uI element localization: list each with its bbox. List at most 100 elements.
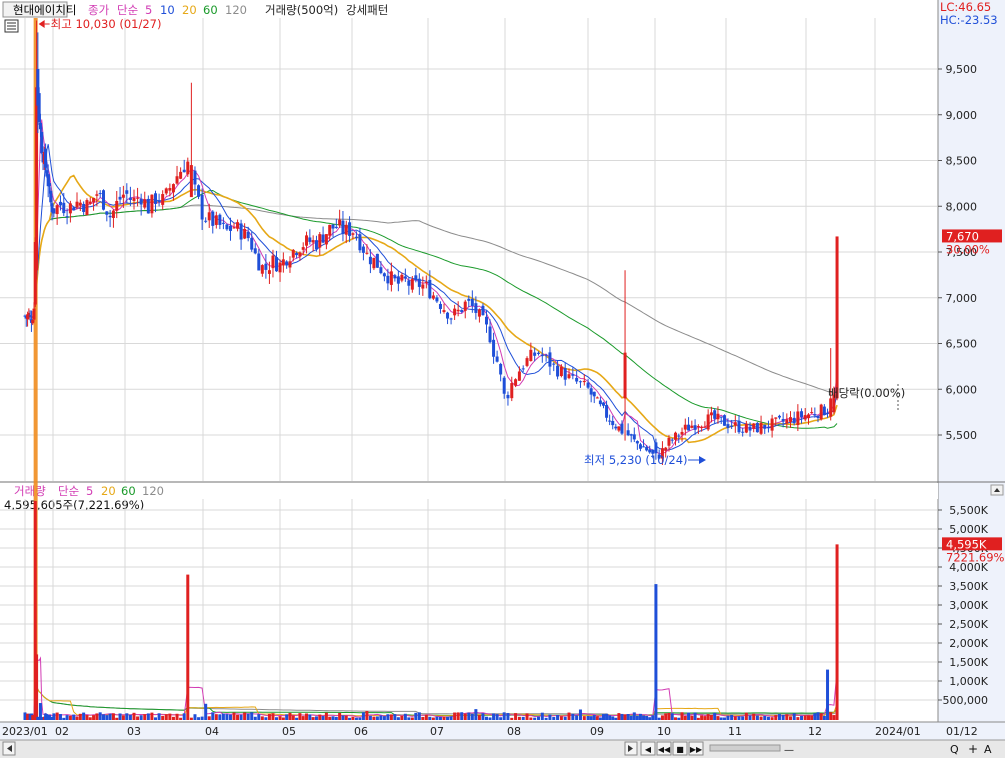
candle-body bbox=[540, 354, 544, 357]
volume-bar bbox=[105, 715, 109, 720]
volume-bar bbox=[288, 712, 292, 720]
candle-body bbox=[589, 388, 593, 395]
hc-value: HC:-23.53 bbox=[940, 13, 998, 27]
volume-ma-type: 단순 bbox=[58, 484, 79, 498]
volume-bar bbox=[393, 714, 397, 720]
candle-body bbox=[189, 165, 193, 198]
volume-bar bbox=[690, 715, 694, 720]
volume-bar bbox=[449, 716, 453, 720]
candle-body bbox=[365, 252, 369, 254]
volume-bar bbox=[700, 715, 704, 720]
volume-tick-label: 3,500K bbox=[949, 580, 988, 593]
volume-bar bbox=[595, 716, 599, 720]
candle-body bbox=[696, 426, 700, 428]
volume-bar bbox=[713, 712, 717, 720]
volume-bar bbox=[143, 714, 147, 720]
volume-bar bbox=[803, 715, 807, 720]
scrollbar-track[interactable] bbox=[0, 740, 1005, 758]
volume-bar bbox=[78, 713, 82, 720]
volume-bar bbox=[556, 715, 560, 720]
volume-bar bbox=[774, 715, 778, 720]
volume-bar bbox=[635, 715, 639, 720]
candle-body bbox=[690, 425, 694, 428]
candle-body bbox=[164, 188, 168, 194]
candle-body bbox=[442, 310, 446, 312]
volume-tag-pct: 7221.69% bbox=[946, 550, 1005, 564]
ma20-line bbox=[24, 174, 838, 444]
volume-bar bbox=[118, 713, 122, 720]
volume-bar bbox=[470, 713, 474, 720]
candle-body bbox=[186, 161, 190, 175]
volume-bar bbox=[752, 713, 756, 720]
candle-body bbox=[260, 265, 264, 274]
candle-body bbox=[295, 252, 299, 256]
volume-bar bbox=[424, 714, 428, 720]
volume-bar bbox=[829, 712, 833, 720]
candle-body bbox=[766, 426, 770, 429]
ma10-label: 10 bbox=[160, 3, 175, 17]
volume-bar bbox=[832, 715, 836, 720]
volume-bar bbox=[305, 713, 309, 720]
volume-bar bbox=[716, 716, 720, 720]
candle-body bbox=[484, 316, 488, 325]
candle-body bbox=[709, 412, 713, 416]
candle-body bbox=[617, 426, 621, 431]
candle-body bbox=[623, 352, 627, 399]
volume-bar bbox=[488, 717, 492, 720]
ma20-label: 20 bbox=[182, 3, 197, 17]
volume-bar bbox=[785, 714, 789, 720]
candle-body bbox=[559, 366, 563, 377]
candle-body bbox=[400, 274, 404, 281]
price-tag-pct: 30.00% bbox=[946, 242, 990, 256]
candle-body bbox=[314, 240, 318, 250]
vma5-label: 5 bbox=[86, 484, 93, 498]
volume-bar bbox=[136, 716, 140, 720]
vma20-line bbox=[24, 685, 838, 717]
candle-body bbox=[770, 418, 774, 431]
volume-bar bbox=[257, 714, 261, 720]
candle-body bbox=[55, 205, 59, 215]
volume-bar bbox=[460, 712, 464, 720]
volume-bar bbox=[722, 717, 726, 720]
candle-body bbox=[372, 257, 376, 269]
volume-bar bbox=[331, 716, 335, 720]
x-tick-label: 09 bbox=[590, 725, 604, 738]
volume-bar bbox=[396, 717, 400, 720]
candle-body bbox=[150, 194, 154, 214]
volume-bar bbox=[243, 712, 247, 720]
volume-bar bbox=[161, 715, 165, 720]
x-tick-label: 10 bbox=[657, 725, 671, 738]
candle-body bbox=[128, 197, 132, 200]
volume-bar bbox=[164, 714, 168, 720]
volume-bar bbox=[463, 713, 467, 720]
candle-body bbox=[755, 422, 759, 433]
volume-bar bbox=[68, 715, 72, 720]
volume-bar bbox=[344, 715, 348, 720]
volume-bar bbox=[730, 714, 734, 720]
candle-body bbox=[121, 194, 125, 198]
candle-body bbox=[62, 202, 66, 214]
candle-body bbox=[321, 234, 325, 243]
volume-bar bbox=[221, 713, 225, 720]
vma60-line bbox=[24, 685, 838, 716]
zoom-in-icon: + bbox=[968, 742, 978, 756]
candle-body bbox=[82, 203, 86, 212]
candle-body bbox=[806, 414, 810, 419]
candle-body bbox=[305, 235, 309, 246]
volume-bar bbox=[341, 715, 345, 720]
candle-body bbox=[414, 275, 418, 281]
candle-body bbox=[592, 391, 596, 397]
volume-bar bbox=[260, 716, 264, 720]
candle-body bbox=[693, 425, 697, 430]
candle-body bbox=[822, 406, 826, 416]
volume-bar bbox=[642, 715, 646, 720]
candle-body bbox=[344, 224, 348, 235]
zoom-slider[interactable] bbox=[709, 744, 781, 752]
volume-bar bbox=[55, 712, 59, 720]
volume-bar bbox=[667, 712, 671, 720]
volume-bar bbox=[389, 714, 393, 720]
volume-bar bbox=[617, 713, 621, 720]
candle-body bbox=[575, 377, 579, 382]
candle-body bbox=[687, 424, 691, 431]
x-tick-label: 01/12 bbox=[946, 725, 978, 738]
